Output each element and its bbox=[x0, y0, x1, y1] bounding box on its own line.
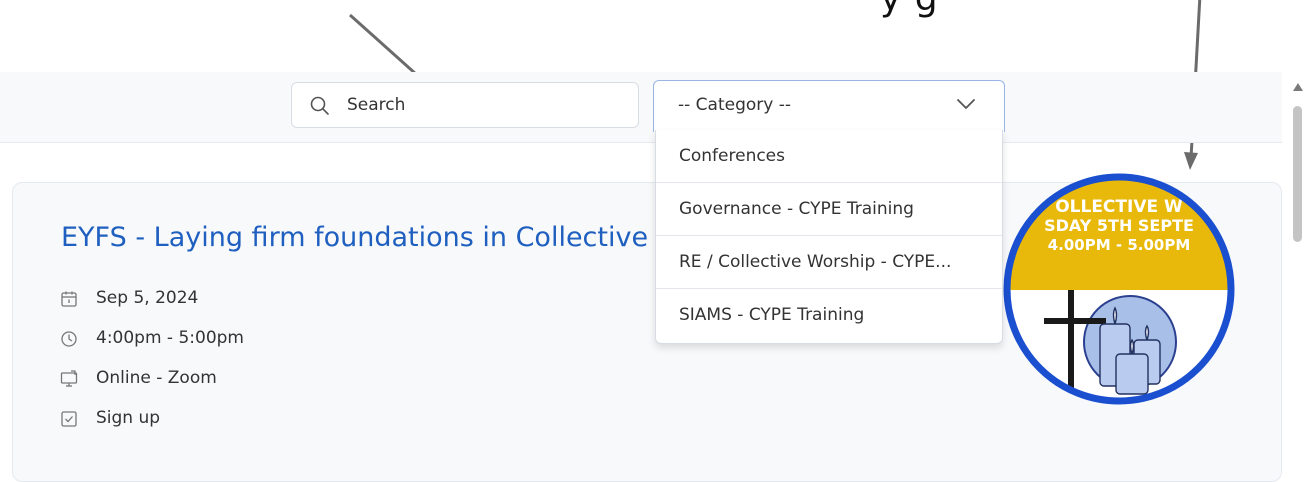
category-select-value: -- Category -- bbox=[678, 95, 791, 115]
category-dropdown-menu: Conferences Governance - CYPE Training R… bbox=[655, 130, 1003, 344]
category-option-governance[interactable]: Governance - CYPE Training bbox=[656, 183, 1002, 236]
search-input[interactable]: Search bbox=[291, 82, 639, 128]
scroll-up-arrow-icon[interactable] bbox=[1292, 82, 1304, 92]
search-placeholder: Search bbox=[347, 95, 406, 115]
scrollbar-thumb[interactable] bbox=[1293, 106, 1302, 242]
event-image-banner-line3: 4.00PM - 5.00PM bbox=[1048, 236, 1191, 254]
event-image[interactable]: OLLECTIVE W SDAY 5TH SEPTE 4.00PM - 5.00… bbox=[1002, 172, 1236, 406]
event-location-text: Online - Zoom bbox=[96, 368, 217, 388]
filter-toolbar bbox=[0, 72, 1282, 143]
event-date-text: Sep 5, 2024 bbox=[96, 288, 199, 308]
checkbox-icon bbox=[61, 411, 77, 427]
event-image-banner-line2: SDAY 5TH SEPTE bbox=[1044, 216, 1194, 235]
calendar-icon bbox=[61, 291, 77, 307]
event-image-banner-line1: OLLECTIVE W bbox=[1055, 197, 1183, 217]
event-signup-text[interactable]: Sign up bbox=[96, 408, 160, 428]
category-option-siams[interactable]: SIAMS - CYPE Training bbox=[656, 289, 1002, 342]
monitor-external-icon bbox=[60, 370, 78, 387]
event-title-link[interactable]: EYFS - Laying firm foundations in Collec… bbox=[61, 222, 651, 253]
annotation-text-fragment: y g bbox=[880, 0, 939, 19]
category-select[interactable]: -- Category -- bbox=[653, 80, 1005, 132]
chevron-down-icon bbox=[957, 99, 975, 109]
clock-icon bbox=[61, 331, 77, 347]
category-option-re-collective-worship[interactable]: RE / Collective Worship - CYPE... bbox=[656, 236, 1002, 289]
category-option-conferences[interactable]: Conferences bbox=[656, 130, 1002, 183]
event-time-text: 4:00pm - 5:00pm bbox=[96, 328, 244, 348]
search-icon bbox=[310, 96, 329, 115]
cross-icon bbox=[1068, 290, 1074, 388]
